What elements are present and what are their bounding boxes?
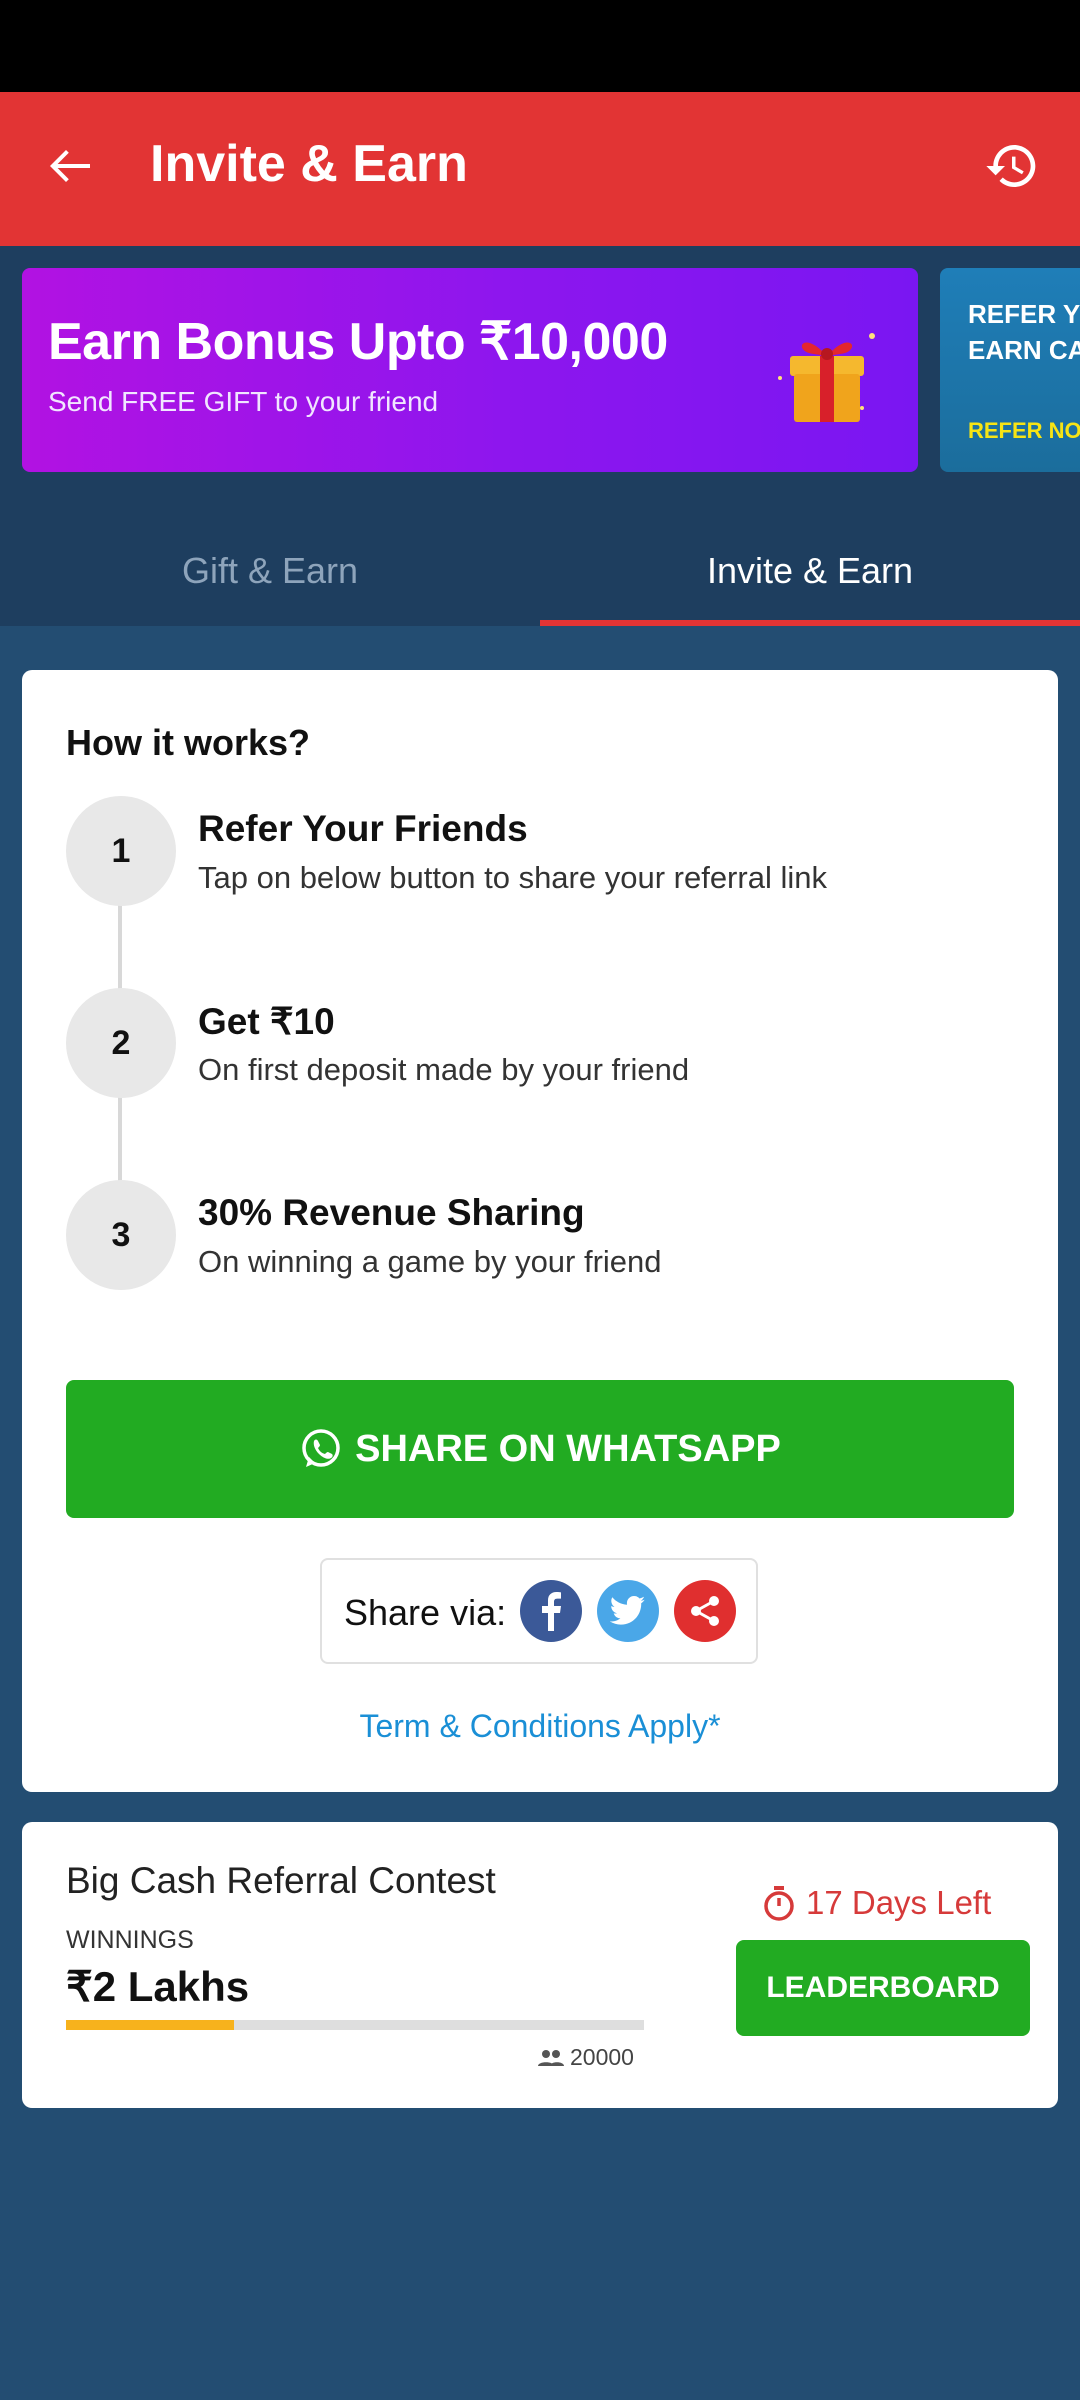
tab-invite-earn[interactable]: Invite & Earn [540,516,1080,626]
contest-title: Big Cash Referral Contest [66,1860,496,1901]
refer-now-link[interactable]: REFER NOW [968,418,1080,444]
days-left: 17 Days Left [762,1884,991,1922]
bonus-banner[interactable]: Earn Bonus Upto ₹10,000 Send FREE GIFT t… [22,268,918,472]
contest-progress-fill [66,2020,234,2030]
participants-count: 20000 [536,2044,634,2071]
step-desc-3: On winning a game by your friend [198,1244,662,1279]
referral-contest-card: Big Cash Referral Contest WINNINGS ₹2 La… [22,1822,1058,2108]
banner-subtext: Send FREE GIFT to your friend [48,386,439,417]
share-via-label: Share via: [344,1592,507,1633]
banner-headline: Earn Bonus Upto ₹10,000 [48,313,668,371]
step-title-2: Get ₹10 [198,1001,335,1042]
tab-bar: Gift & Earn Invite & Earn [0,516,1080,626]
step-number-2: 2 [66,988,176,1098]
participants-value: 20000 [570,2044,634,2070]
history-icon[interactable] [980,134,1044,198]
people-icon [538,2049,564,2066]
gift-icon [762,308,892,428]
winnings-amount: ₹2 Lakhs [66,1963,250,2010]
back-arrow-icon[interactable] [40,136,100,196]
twitter-icon[interactable] [597,1580,659,1642]
step-desc-2: On first deposit made by your friend [198,1052,690,1087]
leaderboard-button[interactable]: LEADERBOARD [736,1940,1030,2036]
refer-banner-line1: REFER YO [968,299,1080,329]
step-desc-1: Tap on below button to share your referr… [198,860,827,895]
refer-banner[interactable]: REFER YO EARN CA REFER NOW [940,268,1080,472]
tab-gift-earn[interactable]: Gift & Earn [0,516,540,626]
share-whatsapp-label: SHARE ON WHATSAPP [355,1427,781,1470]
days-left-text: 17 Days Left [806,1884,992,1921]
winnings-label: WINNINGS [66,1926,194,1954]
page-title: Invite & Earn [150,135,468,193]
share-via-box: Share via: [320,1558,758,1664]
step-title-1: Refer Your Friends [198,808,528,849]
how-it-works-title: How it works? [66,722,311,763]
step-number-1: 1 [66,796,176,906]
timer-icon [764,1886,794,1921]
contest-progress-bar [66,2020,644,2030]
facebook-icon[interactable] [520,1580,582,1642]
status-bar [0,0,1080,92]
share-whatsapp-button[interactable]: SHARE ON WHATSAPP [66,1380,1014,1518]
refer-banner-line2: EARN CA [968,335,1080,365]
terms-link[interactable]: Term & Conditions Apply* [22,1708,1058,1745]
whatsapp-icon [299,1427,343,1471]
step-title-3: 30% Revenue Sharing [198,1192,585,1233]
active-tab-indicator [540,620,1080,626]
share-icon[interactable] [674,1580,736,1642]
how-it-works-card: How it works? 1 Refer Your Friends Tap o… [22,670,1058,1792]
app-bar: Invite & Earn [0,92,1080,246]
step-number-3: 3 [66,1180,176,1290]
